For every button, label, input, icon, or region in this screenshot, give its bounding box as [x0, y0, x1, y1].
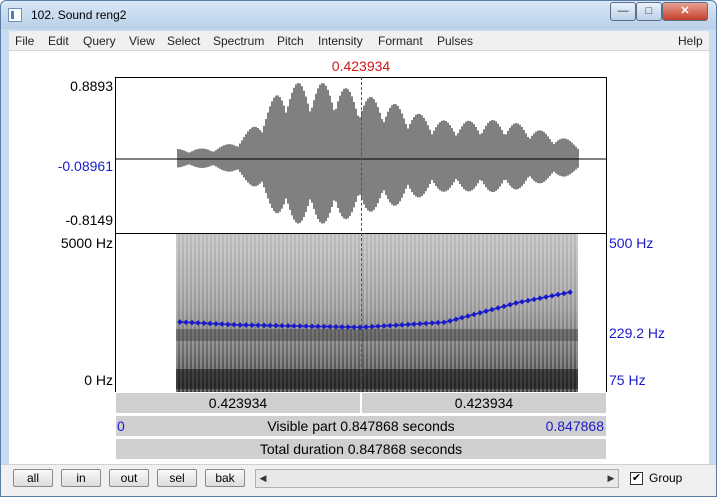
visible-start-label: 0: [117, 418, 125, 434]
menu-pitch[interactable]: Pitch: [277, 34, 304, 48]
pitch-mid-label: 229.2 Hz: [609, 325, 666, 341]
close-button[interactable]: ✕: [662, 2, 708, 21]
bottom-toolbar: all in out sel bak ◀ ▶ ✔ Group: [1, 464, 716, 496]
segment-after-cursor[interactable]: 0.423934: [361, 392, 607, 414]
zoom-all-button[interactable]: all: [13, 469, 53, 487]
waveform-max-label: 0.8893: [70, 78, 113, 94]
menu-query[interactable]: Query: [83, 34, 116, 48]
maximize-button[interactable]: □: [636, 2, 662, 21]
group-checkbox[interactable]: ✔: [630, 472, 643, 485]
group-label: Group: [649, 471, 683, 485]
app-icon: [8, 8, 22, 22]
pitch-top-label: 500 Hz: [609, 235, 654, 251]
zoom-sel-button[interactable]: sel: [157, 469, 197, 487]
title-bar[interactable]: 102. Sound reng2 — □ ✕: [1, 1, 716, 29]
menu-intensity[interactable]: Intensity: [318, 34, 363, 48]
menu-spectrum[interactable]: Spectrum: [213, 34, 264, 48]
waveform-mid-label: -0.08961: [57, 158, 113, 174]
horizontal-scrollbar[interactable]: ◀ ▶: [255, 469, 619, 488]
total-duration-bar[interactable]: Total duration 0.847868 seconds: [115, 438, 607, 460]
praat-sound-window: 102. Sound reng2 — □ ✕ File Edit Query V…: [0, 0, 717, 497]
menu-formant[interactable]: Formant: [378, 34, 423, 48]
menu-pulses[interactable]: Pulses: [437, 34, 473, 48]
pitch-bottom-label: 75 Hz: [609, 372, 646, 388]
menu-file[interactable]: File: [15, 34, 34, 48]
menu-view[interactable]: View: [129, 34, 155, 48]
zoom-back-button[interactable]: bak: [205, 469, 245, 487]
visible-part-label: Visible part 0.847868 seconds: [267, 418, 455, 434]
spectrogram-bottom-label: 0 Hz: [84, 372, 113, 388]
window-title: 102. Sound reng2: [31, 8, 127, 22]
menu-select[interactable]: Select: [167, 34, 200, 48]
scroll-left-icon[interactable]: ◀: [256, 470, 270, 487]
segment-before-cursor[interactable]: 0.423934: [115, 392, 361, 414]
scroll-right-icon[interactable]: ▶: [604, 470, 618, 487]
zoom-in-button[interactable]: in: [61, 469, 101, 487]
minimize-button[interactable]: —: [610, 2, 636, 21]
editor-area: 0.423934 0.8893 -0.08961 -0.8149 5000 Hz…: [9, 51, 709, 489]
menu-help[interactable]: Help: [678, 34, 703, 48]
menu-bar: File Edit Query View Select Spectrum Pit…: [9, 31, 709, 51]
waveform-min-label: -0.8149: [65, 212, 113, 228]
zoom-out-button[interactable]: out: [109, 469, 149, 487]
cursor-time-label: 0.423934: [331, 58, 391, 74]
visible-end-label: 0.847868: [545, 418, 604, 434]
menu-edit[interactable]: Edit: [48, 34, 69, 48]
cursor-line[interactable]: [361, 77, 362, 392]
spectrogram-top-label: 5000 Hz: [60, 235, 113, 251]
visible-part-bar[interactable]: 0 Visible part 0.847868 seconds 0.847868: [115, 415, 607, 437]
